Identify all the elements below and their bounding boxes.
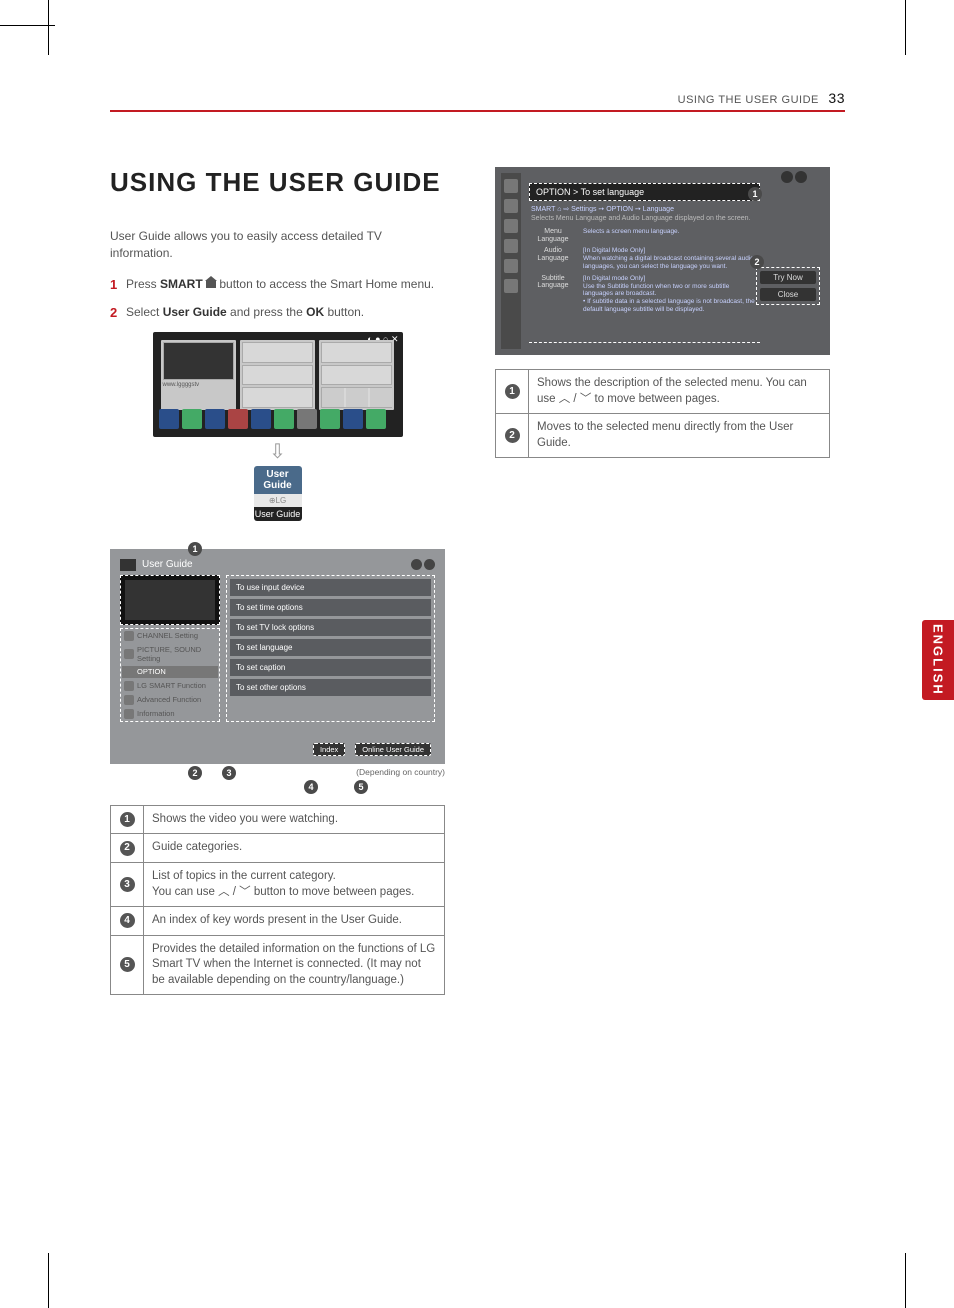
language-tab: ENGLISH [922, 620, 954, 700]
panel-icon [120, 559, 136, 571]
steps-list: 1 Press SMART button to access the Smart… [110, 276, 445, 322]
marker-3: 3 [222, 766, 236, 780]
page-title: USING THE USER GUIDE [110, 167, 445, 198]
index-button: Index [313, 743, 345, 756]
depending-note: (Depending on country) [110, 767, 445, 777]
user-guide-app-icon: User Guide ⊕LG User Guide [254, 466, 302, 521]
crop-mark [0, 25, 55, 26]
close-icon [424, 559, 435, 570]
online-button: Online User Guide [355, 743, 431, 756]
smart-home-figure: ◐ ● ○ ✕ www.lggggstv ⇩ User Guide ⊕LG Us… [153, 332, 403, 521]
min-icon [781, 171, 793, 183]
video-preview [120, 575, 220, 625]
user-guide-panel-figure: User Guide CHANNEL Setting PICTURE, SOUN… [110, 549, 445, 764]
step-1: 1 Press SMART button to access the Smart… [110, 276, 445, 294]
marker-2: 2 [750, 255, 764, 269]
crop-mark [905, 0, 906, 55]
min-icon [411, 559, 422, 570]
crop-mark [48, 0, 49, 55]
step-2: 2 Select User Guide and press the OK but… [110, 304, 445, 322]
marker-4: 4 [304, 780, 318, 794]
crop-mark [905, 1253, 906, 1308]
legend-table-1: 1Shows the video you were watching. 2Gui… [110, 805, 445, 995]
arrow-down-icon: ⇩ [153, 439, 403, 464]
nav-desc: Selects Menu Language and Audio Language… [531, 215, 758, 222]
detail-panel-figure: OPTION > To set language SMART ⌂ ⇨ Setti… [495, 167, 830, 355]
detail-buttons: Try Now Close [756, 267, 820, 305]
topic-list: To use input device To set time options … [226, 575, 435, 722]
marker-1: 1 [188, 542, 202, 556]
breadcrumb: OPTION > To set language [529, 183, 760, 201]
close-icon [795, 171, 807, 183]
marker-1: 1 [748, 187, 762, 201]
panel-title: User Guide [142, 559, 193, 570]
home-icon [206, 278, 216, 288]
page-number: 33 [828, 90, 845, 106]
intro-text: User Guide allows you to easily access d… [110, 228, 445, 262]
close-button: Close [760, 288, 816, 301]
category-list: CHANNEL Setting PICTURE, SOUND Setting O… [120, 628, 220, 722]
marker-2: 2 [188, 766, 202, 780]
section-name: USING THE USER GUIDE [678, 94, 819, 106]
marker-5: 5 [354, 780, 368, 794]
crop-mark [48, 1253, 49, 1308]
try-now-button: Try Now [760, 271, 816, 284]
running-header: USING THE USER GUIDE 33 [110, 90, 845, 112]
nav-path: SMART ⌂ ⇨ Settings ➙ OPTION ➙ Language [531, 205, 758, 213]
legend-table-2: 1Shows the description of the selected m… [495, 369, 830, 458]
